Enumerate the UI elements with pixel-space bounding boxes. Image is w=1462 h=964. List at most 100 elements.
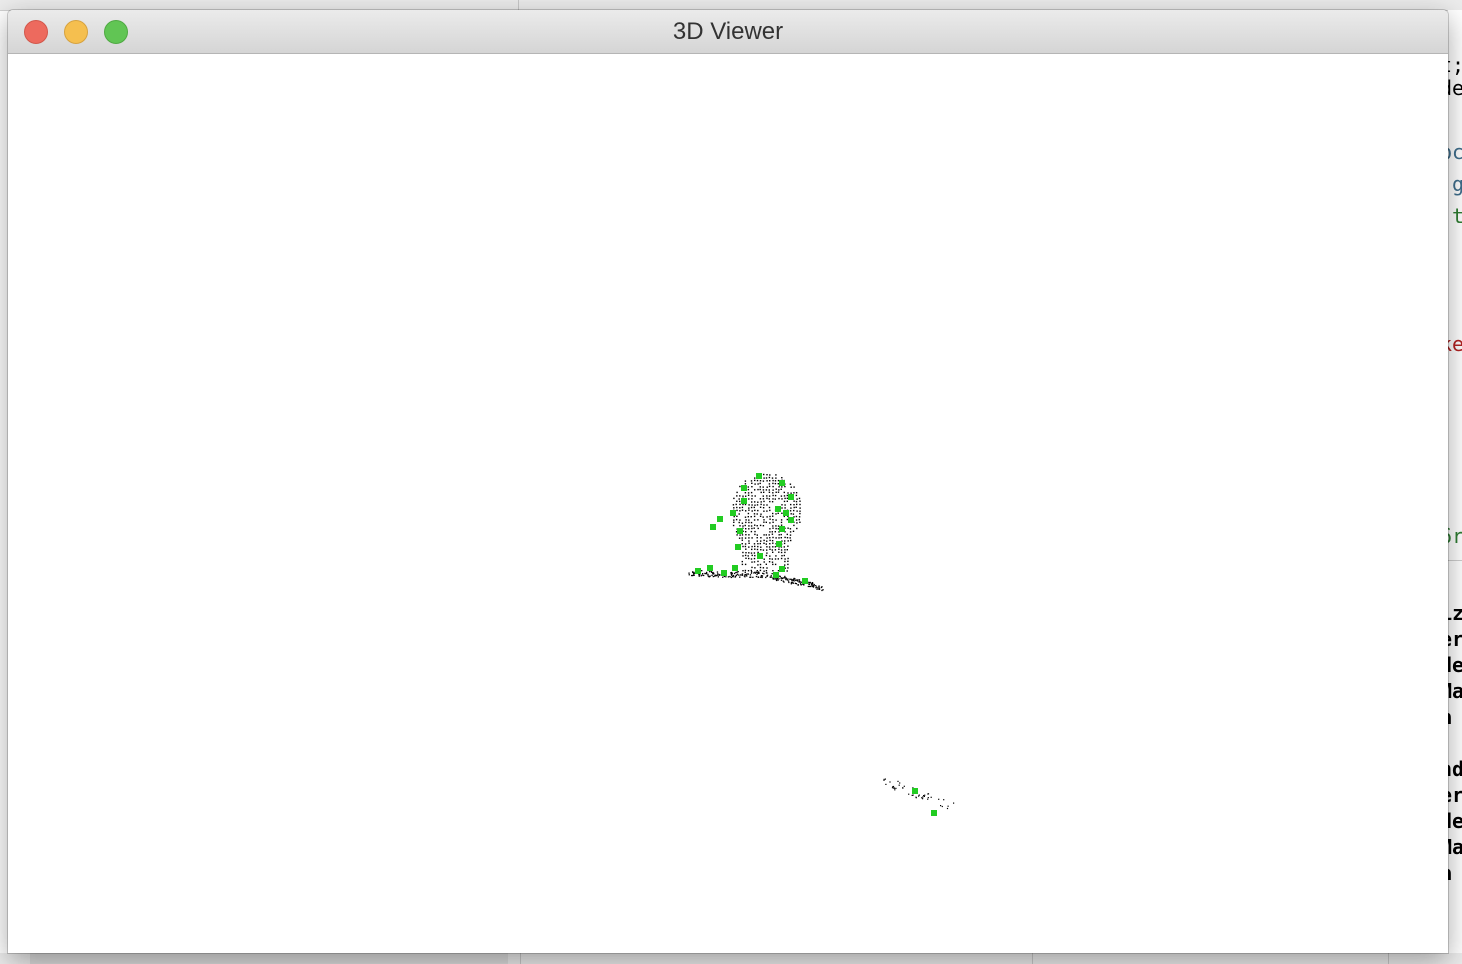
mesh-point bbox=[766, 495, 768, 497]
mesh-point bbox=[748, 557, 750, 560]
mesh-point bbox=[759, 542, 761, 545]
point-cloud-canvas[interactable] bbox=[8, 54, 1448, 953]
mesh-point bbox=[794, 582, 796, 584]
mesh-point bbox=[762, 486, 764, 488]
statusbar-divider bbox=[1388, 953, 1389, 964]
mesh-point bbox=[745, 519, 747, 521]
mesh-point bbox=[768, 534, 770, 536]
mesh-point bbox=[754, 495, 756, 497]
mesh-point bbox=[787, 545, 789, 547]
mesh-point bbox=[771, 561, 774, 563]
mesh-point bbox=[774, 482, 777, 485]
mesh-point bbox=[741, 506, 744, 509]
mesh-point bbox=[769, 518, 771, 520]
mesh-point bbox=[769, 576, 771, 578]
mesh-point bbox=[790, 582, 793, 584]
mesh-point bbox=[745, 552, 747, 554]
mesh-point bbox=[745, 548, 747, 550]
mesh-point bbox=[752, 576, 754, 578]
mesh-point bbox=[759, 480, 762, 482]
mesh-point bbox=[755, 575, 758, 578]
mesh-point bbox=[736, 534, 738, 536]
mesh-point bbox=[772, 489, 774, 491]
minimize-icon[interactable] bbox=[64, 20, 88, 44]
mesh-point bbox=[742, 551, 744, 554]
mesh-point bbox=[795, 515, 798, 518]
mesh-point bbox=[744, 576, 746, 578]
mesh-point bbox=[775, 488, 777, 490]
landmark-marker bbox=[717, 516, 723, 522]
mesh-point bbox=[787, 557, 789, 560]
close-icon[interactable] bbox=[24, 20, 48, 44]
mesh-point bbox=[744, 543, 747, 545]
console-divider bbox=[1448, 560, 1462, 561]
mesh-point bbox=[771, 549, 773, 551]
mesh-point bbox=[757, 488, 759, 491]
mesh-point bbox=[759, 566, 762, 569]
mesh-point bbox=[775, 527, 777, 530]
mesh-point bbox=[765, 477, 768, 479]
mesh-point bbox=[762, 495, 764, 497]
mesh-point bbox=[750, 491, 753, 494]
mesh-point bbox=[784, 504, 786, 506]
mesh-point bbox=[781, 512, 783, 514]
mesh-point bbox=[755, 571, 758, 573]
mesh-point bbox=[763, 558, 765, 560]
mesh-point bbox=[741, 563, 744, 566]
mesh-point bbox=[751, 566, 753, 569]
mesh-point bbox=[772, 492, 774, 494]
mesh-point bbox=[747, 516, 749, 518]
mesh-point bbox=[793, 486, 795, 488]
mesh-point bbox=[768, 546, 771, 548]
statusbar-section bbox=[30, 953, 508, 964]
mesh-point bbox=[792, 582, 794, 584]
3d-viewport[interactable] bbox=[8, 54, 1448, 953]
mesh-point bbox=[811, 585, 813, 588]
landmark-marker bbox=[912, 788, 918, 794]
mesh-point bbox=[748, 507, 750, 509]
mesh-point bbox=[736, 571, 738, 573]
sparse-point bbox=[924, 794, 926, 796]
mesh-point bbox=[740, 574, 742, 576]
mesh-point bbox=[757, 551, 759, 554]
mesh-point bbox=[782, 580, 784, 582]
mesh-point bbox=[750, 480, 753, 482]
mesh-point bbox=[760, 576, 762, 578]
mesh-point bbox=[754, 504, 756, 506]
mesh-point bbox=[796, 510, 798, 512]
mesh-point bbox=[768, 561, 771, 563]
window-titlebar[interactable]: 3D Viewer bbox=[8, 10, 1448, 54]
mesh-point bbox=[759, 488, 761, 491]
sparse-point bbox=[899, 782, 901, 784]
mesh-point bbox=[754, 533, 756, 536]
mesh-point bbox=[762, 507, 765, 509]
mesh-point bbox=[778, 548, 780, 550]
mesh-point bbox=[772, 485, 774, 488]
mesh-point bbox=[771, 531, 773, 533]
mesh-point bbox=[732, 575, 734, 578]
mesh-point bbox=[760, 546, 762, 548]
zoom-icon[interactable] bbox=[104, 20, 128, 44]
mesh-point bbox=[772, 563, 774, 566]
mesh-point bbox=[780, 551, 783, 554]
mesh-point bbox=[751, 498, 753, 500]
landmark-marker bbox=[776, 541, 782, 547]
mesh-point bbox=[736, 573, 739, 575]
mesh-point bbox=[701, 570, 703, 572]
mesh-point bbox=[766, 537, 768, 539]
mesh-point bbox=[769, 548, 771, 550]
mesh-point bbox=[777, 479, 780, 482]
mesh-point bbox=[742, 545, 744, 548]
mesh-point bbox=[812, 586, 815, 588]
mesh-point bbox=[769, 555, 771, 557]
mesh-point bbox=[790, 507, 792, 509]
mesh-point bbox=[766, 510, 768, 512]
mesh-point bbox=[816, 588, 818, 590]
mesh-point bbox=[715, 575, 718, 577]
mesh-point bbox=[781, 555, 783, 557]
mesh-point bbox=[784, 564, 786, 566]
mesh-point bbox=[712, 572, 715, 574]
mesh-point bbox=[799, 510, 801, 512]
mesh-point bbox=[786, 549, 788, 551]
mesh-point bbox=[781, 507, 783, 509]
